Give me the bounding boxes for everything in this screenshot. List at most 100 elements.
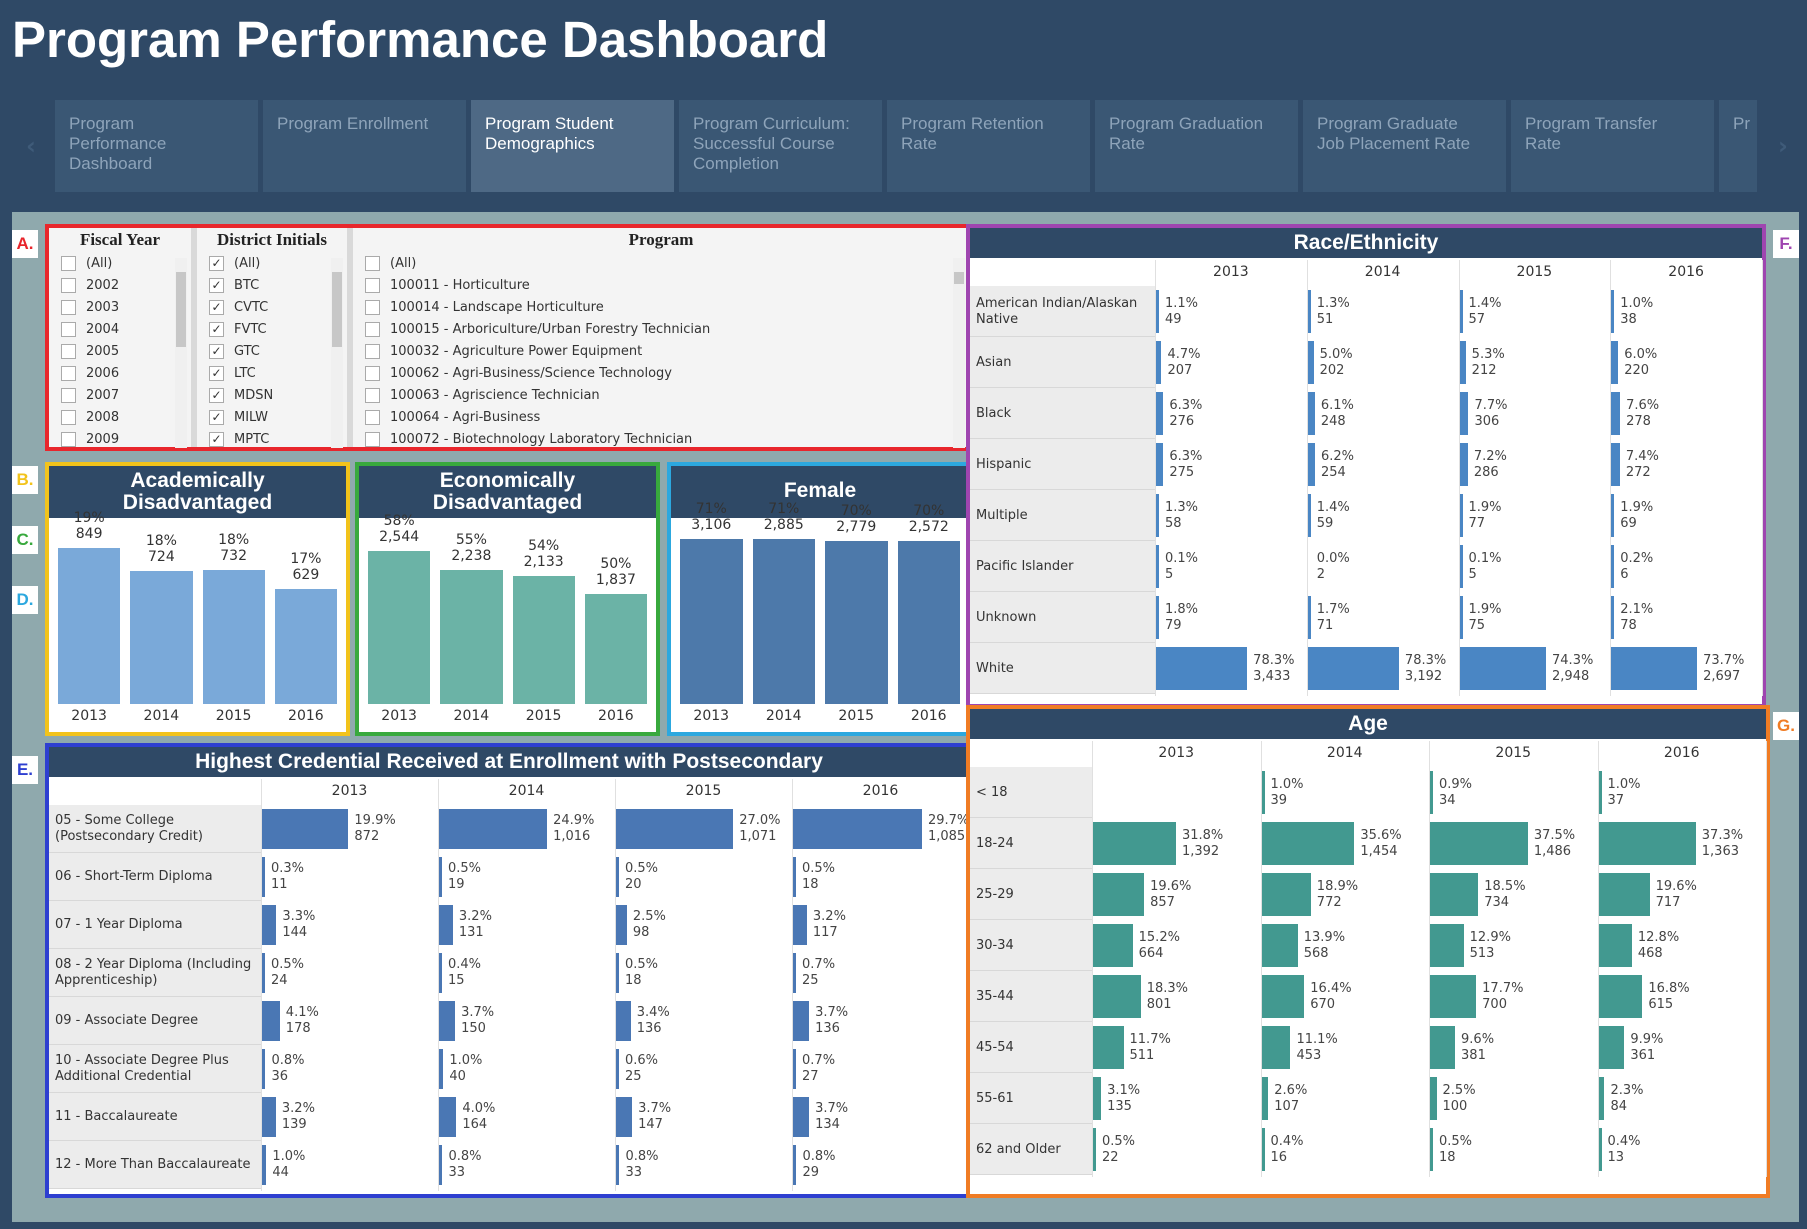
cell-value: 19.6% 717 — [1655, 878, 1697, 910]
filter-scrollbar[interactable] — [331, 258, 343, 448]
checkbox-icon[interactable] — [365, 321, 380, 337]
cell-value: 7.6% 278 — [1626, 397, 1660, 429]
tab-5[interactable]: Program Graduation Rate — [1095, 100, 1298, 192]
checked-checkbox-icon[interactable]: ✓ — [209, 365, 224, 381]
filter-option[interactable]: 2008 — [49, 406, 191, 428]
filter-district: District Initials ✓ (All) ✓ BTC ✓ CVTC ✓ FVTC ✓ GT… — [197, 228, 347, 450]
filter-option-label: (All) — [234, 255, 261, 271]
checkbox-icon[interactable] — [365, 431, 380, 447]
cell-value: 7.4% 272 — [1625, 448, 1659, 480]
scrollbar-thumb[interactable] — [332, 272, 342, 347]
checked-checkbox-icon[interactable]: ✓ — [209, 431, 224, 447]
filter-option[interactable]: 2002 — [49, 274, 191, 296]
checkbox-icon[interactable] — [365, 343, 380, 359]
cell-value: 3.7% 136 — [815, 1005, 849, 1036]
filter-option[interactable]: ✓ MPTC — [197, 428, 347, 450]
filter-option[interactable]: ✓ (All) — [197, 252, 347, 274]
checkbox-icon[interactable] — [365, 277, 380, 293]
table-bar — [1093, 1077, 1102, 1120]
filter-option[interactable]: 2004 — [49, 318, 191, 340]
filter-option[interactable]: 100064 - Agri-Business — [353, 406, 969, 428]
row-label: Hispanic — [976, 456, 1032, 472]
table-bar — [1459, 443, 1468, 486]
checkbox-icon[interactable] — [61, 299, 76, 315]
checkbox-icon[interactable] — [61, 255, 76, 271]
x-tick-label: 2013 — [693, 708, 730, 724]
column-bar — [584, 593, 647, 704]
tab-scroll-right-icon[interactable]: › — [1778, 132, 1788, 160]
row-label: Unknown — [976, 609, 1037, 625]
column-data-label: 54% 2,133 — [523, 538, 564, 571]
checkbox-icon[interactable] — [61, 431, 76, 447]
checkbox-icon[interactable] — [365, 365, 380, 381]
checked-checkbox-icon[interactable]: ✓ — [209, 409, 224, 425]
filter-scrollbar[interactable] — [175, 258, 187, 448]
filter-option[interactable]: 100011 - Horticulture — [353, 274, 969, 296]
cell-value: 5.0% 202 — [1319, 346, 1353, 378]
filter-option[interactable]: 2005 — [49, 340, 191, 362]
table-bar — [439, 1049, 444, 1089]
tab-7[interactable]: Program Transfer Rate — [1511, 100, 1714, 192]
tab-0[interactable]: Program Performance Dashboard — [55, 100, 258, 192]
table-bar — [1156, 290, 1159, 333]
filter-option[interactable]: 2003 — [49, 296, 191, 318]
checked-checkbox-icon[interactable]: ✓ — [209, 255, 224, 271]
filter-option[interactable]: 100015 - Arboriculture/Urban Forestry Te… — [353, 318, 969, 340]
cell-value: 16.4% 670 — [1310, 980, 1352, 1012]
tab-1[interactable]: Program Enrollment — [263, 100, 466, 192]
tab-4[interactable]: Program Retention Rate — [887, 100, 1090, 192]
checkbox-icon[interactable] — [61, 387, 76, 403]
table-bar — [1156, 647, 1248, 690]
cell-value: 3.3% 144 — [282, 909, 316, 940]
filter-option[interactable]: ✓ CVTC — [197, 296, 347, 318]
filter-option[interactable]: ✓ MILW — [197, 406, 347, 428]
checkbox-icon[interactable] — [365, 299, 380, 315]
scrollbar-thumb[interactable] — [176, 272, 186, 347]
filter-option[interactable]: ✓ BTC — [197, 274, 347, 296]
filter-option[interactable]: 100072 - Biotechnology Laboratory Techni… — [353, 428, 969, 450]
checkbox-icon[interactable] — [61, 277, 76, 293]
checkbox-icon[interactable] — [365, 255, 380, 271]
filter-option[interactable]: ✓ MDSN — [197, 384, 347, 406]
tab-3[interactable]: Program Curriculum: Successful Course Co… — [679, 100, 882, 192]
table-bar — [1430, 1128, 1433, 1171]
cell-value: 3.2% 139 — [281, 1101, 315, 1132]
checkbox-icon[interactable] — [61, 365, 76, 381]
tab-scroll-left-icon[interactable]: ‹ — [26, 132, 36, 160]
checked-checkbox-icon[interactable]: ✓ — [209, 299, 224, 315]
filter-option[interactable]: 100032 - Agriculture Power Equipment — [353, 340, 969, 362]
checkbox-icon[interactable] — [365, 387, 380, 403]
column-data-label: 18% 732 — [218, 531, 250, 564]
checkbox-icon[interactable] — [365, 409, 380, 425]
checked-checkbox-icon[interactable]: ✓ — [209, 277, 224, 293]
tab-2[interactable]: Program Student Demographics — [471, 100, 674, 192]
tab-6[interactable]: Program Graduate Job Placement Rate — [1303, 100, 1506, 192]
filter-option[interactable]: (All) — [353, 252, 969, 274]
filter-option[interactable]: 2007 — [49, 384, 191, 406]
filter-option[interactable]: 100014 - Landscape Horticulture — [353, 296, 969, 318]
scrollbar-thumb[interactable] — [954, 272, 964, 284]
filter-option[interactable]: ✓ FVTC — [197, 318, 347, 340]
table-bar — [1598, 822, 1696, 865]
table-bar — [1261, 873, 1311, 916]
checked-checkbox-icon[interactable]: ✓ — [209, 343, 224, 359]
filter-option[interactable]: 2009 — [49, 428, 191, 450]
filter-scrollbar[interactable] — [953, 258, 965, 448]
checkbox-icon[interactable] — [61, 343, 76, 359]
table-bar — [1261, 975, 1305, 1018]
cell-value: 11.1% 453 — [1296, 1031, 1338, 1063]
filter-option[interactable]: 100062 - Agri-Business/Science Technolog… — [353, 362, 969, 384]
table-bar — [262, 1097, 276, 1137]
filter-option[interactable]: (All) — [49, 252, 191, 274]
checked-checkbox-icon[interactable]: ✓ — [209, 387, 224, 403]
filter-option-label: MPTC — [234, 431, 270, 447]
checkbox-icon[interactable] — [61, 321, 76, 337]
filter-option[interactable]: 100063 - Agriscience Technician — [353, 384, 969, 406]
filter-option[interactable]: 2006 — [49, 362, 191, 384]
annotation-a: A. — [12, 230, 38, 258]
checkbox-icon[interactable] — [61, 409, 76, 425]
tab-8[interactable]: Pr — [1719, 100, 1757, 192]
filter-option[interactable]: ✓ GTC — [197, 340, 347, 362]
filter-option[interactable]: ✓ LTC — [197, 362, 347, 384]
checked-checkbox-icon[interactable]: ✓ — [209, 321, 224, 337]
